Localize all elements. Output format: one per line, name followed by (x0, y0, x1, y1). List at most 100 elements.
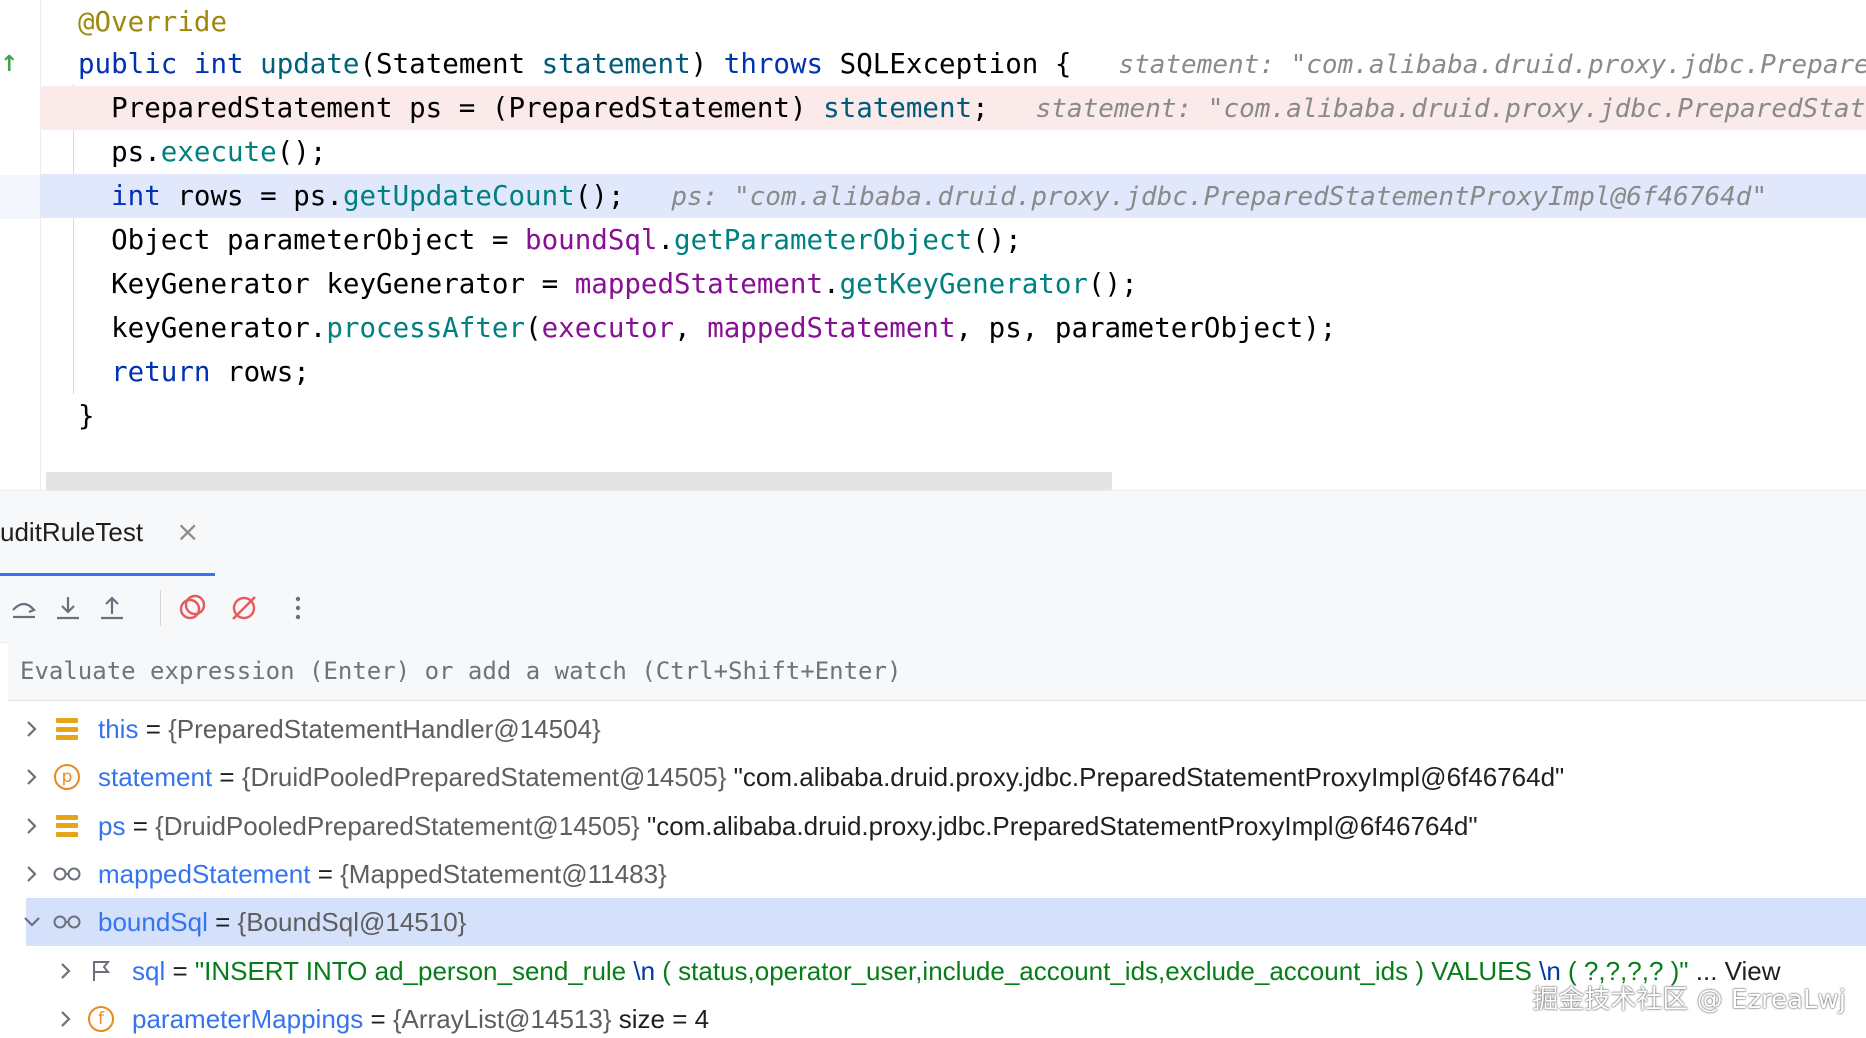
variable-type: {PreparedStatementHandler@14504} (168, 714, 601, 744)
code-token: keyGenerator. (78, 312, 327, 344)
inline-debug-value: statement: "com.alibaba.druid.proxy.jdbc… (988, 94, 1866, 124)
more-icon[interactable] (278, 588, 318, 628)
code-token: statement (541, 48, 691, 80)
close-icon[interactable]: × (176, 515, 199, 548)
code-token: } (78, 400, 95, 432)
variable-equals: = (207, 907, 238, 938)
current-line-gutter-highlight (0, 175, 40, 219)
view-breakpoints-icon[interactable] (172, 588, 212, 628)
variable-type: {DruidPooledPreparedStatement@14505} (241, 762, 727, 793)
code-line[interactable]: ps.execute(); (40, 130, 1866, 174)
variable-equals: = (310, 858, 341, 889)
variable-type: {MappedStatement@11483} (340, 858, 667, 889)
variable-value: \n (633, 955, 656, 986)
code-token: ps. (78, 136, 161, 168)
code-token: rows = ps. (177, 180, 343, 212)
watch-glasses-icon (52, 859, 82, 889)
code-line[interactable]: KeyGenerator keyGenerator = mappedStatem… (40, 262, 1866, 306)
code-token: ) (789, 92, 824, 124)
code-token: PreparedStatement (508, 92, 790, 124)
code-token: executor (541, 312, 675, 344)
inline-debug-value: ps: "com.alibaba.druid.proxy.jdbc.Prepar… (624, 182, 1768, 212)
code-line[interactable]: public int update(Statement statement) t… (40, 42, 1866, 86)
variable-equals: = (363, 1003, 393, 1034)
variable-value: "com.alibaba.druid.proxy.jdbc.PreparedSt… (726, 762, 1565, 793)
code-line[interactable]: keyGenerator.processAfter(executor, mapp… (40, 306, 1866, 350)
evaluate-expression-bar (8, 642, 1866, 701)
variable-equals: = (212, 762, 242, 793)
mute-breakpoints-icon[interactable] (224, 588, 264, 628)
code-line[interactable]: int rows = ps.getUpdateCount(); ps: "com… (40, 174, 1866, 218)
code-token: throws (723, 48, 840, 80)
debug-session-tabbar: uditRuleTest × (0, 490, 1866, 578)
tab-debug-session[interactable]: uditRuleTest × (0, 491, 215, 577)
override-marker-icon[interactable]: ↑ (0, 52, 18, 77)
code-token: (); (972, 224, 1022, 256)
code-token: int (111, 180, 178, 212)
chevron-right-icon[interactable] (18, 753, 46, 801)
code-token: (); (574, 180, 625, 212)
variable-value: ( status,operator_user,include_account_i… (655, 955, 1540, 986)
variable-name: mappedStatement (98, 858, 311, 889)
code-token: SQLException (839, 48, 1055, 80)
code-token: statement (823, 92, 973, 124)
variable-type: {BoundSql@14510} (237, 907, 467, 938)
variable-row-boundSql[interactable]: boundSql = {BoundSql@14510} (24, 898, 1866, 947)
code-token: PreparedStatement ps = (78, 92, 492, 124)
code-token: mappedStatement (707, 312, 956, 344)
variable-row-statement[interactable]: p statement = {DruidPooledPreparedStateme… (26, 753, 1866, 801)
step-out-icon[interactable] (92, 588, 132, 628)
chevron-right-icon[interactable] (18, 802, 46, 850)
step-into-icon[interactable] (48, 588, 88, 628)
variable-row-this[interactable]: this = {PreparedStatementHandler@14504} (26, 705, 1866, 753)
chevron-right-icon[interactable] (52, 947, 80, 995)
step-over-icon[interactable] (4, 588, 44, 628)
variable-name: this (98, 714, 139, 744)
code-token: (); (1087, 268, 1138, 300)
code-token: . (823, 268, 840, 300)
variable-equals: = (138, 714, 169, 744)
code-token: , ps, parameterObject); (955, 312, 1337, 344)
horizontal-scrollbar[interactable] (46, 472, 1112, 490)
chevron-right-icon[interactable] (52, 995, 80, 1038)
variable-name: ps (98, 810, 126, 841)
variable-row-ps[interactable]: ps = {DruidPooledPreparedStatement@14505… (26, 802, 1866, 850)
code-token: Object parameterObject = (78, 224, 526, 256)
variable-value: "INSERT INTO ad_person_send_rule (194, 955, 634, 986)
code-token: update (260, 48, 360, 80)
code-token: return (111, 356, 228, 388)
code-token: getUpdateCount (342, 180, 575, 212)
variable-equals: = (125, 810, 156, 841)
variable-value: size = 4 (611, 1003, 710, 1034)
code-token: KeyGenerator keyGenerator = (78, 268, 575, 300)
code-token: ( (359, 48, 377, 80)
toolbar-separator (160, 590, 161, 626)
chevron-right-icon[interactable] (18, 850, 46, 898)
editor-gutter: ↑ (0, 0, 41, 490)
variable-row-mappedStatement[interactable]: mappedStatement = {MappedStatement@11483… (26, 850, 1866, 898)
debug-toolbar (0, 576, 1866, 643)
code-token: ( (525, 312, 542, 344)
code-token: ; (972, 92, 989, 124)
code-line[interactable]: PreparedStatement ps = (PreparedStatemen… (40, 86, 1866, 130)
flag-icon (86, 956, 116, 986)
code-token: public (78, 48, 194, 80)
code-line[interactable]: } (40, 394, 1866, 438)
code-token: execute (160, 136, 277, 168)
code-token: mappedStatement (574, 268, 824, 300)
code-line[interactable]: Object parameterObject = boundSql.getPar… (40, 218, 1866, 262)
variable-type: {ArrayList@14513} (392, 1003, 612, 1034)
code-editor[interactable]: ↑ @Override public int update(Statement s… (0, 0, 1866, 490)
code-token: boundSql (525, 224, 658, 256)
code-line[interactable]: @Override (40, 0, 1866, 44)
code-line[interactable]: return rows; (40, 350, 1866, 394)
watch-glasses-icon (52, 907, 82, 937)
code-token: rows; (227, 356, 310, 388)
evaluate-expression-input[interactable] (18, 648, 1722, 694)
chevron-down-icon[interactable] (18, 898, 46, 946)
code-token: getParameterObject (674, 224, 973, 256)
code-token: { (1054, 48, 1072, 80)
chevron-right-icon[interactable] (18, 705, 46, 753)
code-token: ( (491, 92, 509, 124)
